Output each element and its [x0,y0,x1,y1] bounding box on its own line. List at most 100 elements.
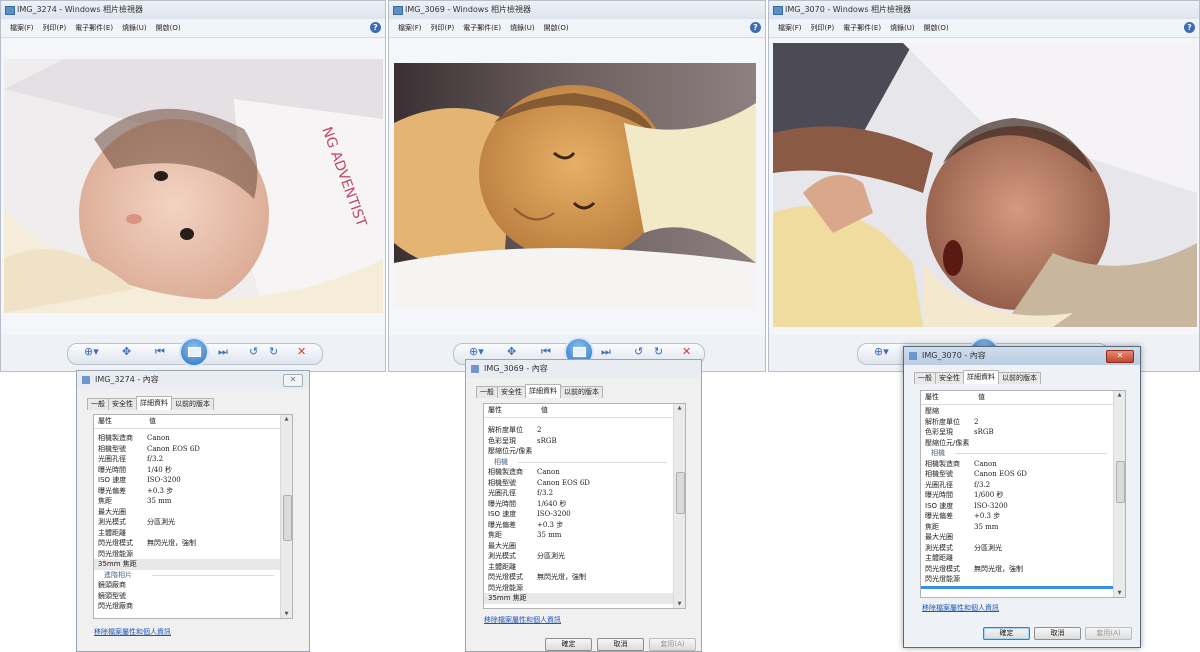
remove-properties-link[interactable]: 移除檔案屬性和個人資訊 [94,627,171,637]
scroll-thumb[interactable] [676,472,685,514]
ok-button[interactable]: 確定 [545,638,592,651]
next-icon[interactable]: ⏭ [601,345,611,359]
menu-burn[interactable]: 燒錄(U) [122,19,147,37]
list-item[interactable]: 曝光時間 1/40 秒 [94,465,280,476]
col-value[interactable]: 值 [541,404,548,417]
list-item[interactable]: 閃光燈模式 無閃光燈，強制 [94,538,280,549]
list-item[interactable]: 相機製造商 Canon [94,433,280,444]
list-item[interactable]: 閃光燈能源 [921,574,1113,585]
scroll-thumb[interactable] [283,495,292,541]
list-item[interactable]: 相機製造商 Canon [921,459,1113,470]
tab-general[interactable]: 一般 [914,372,936,384]
list-item[interactable]: 主體距離 [921,553,1113,564]
delete-icon[interactable]: ✕ [297,345,306,358]
list-item[interactable]: 解析度單位 2 [484,425,673,436]
col-property[interactable]: 屬性 [488,404,502,417]
scroll-down-icon[interactable]: ▼ [1114,590,1125,596]
list-item[interactable]: ISO 速度 ISO-3200 [921,501,1113,512]
list-item[interactable]: 最大光圈 [94,507,280,518]
list-item[interactable]: 曝光時間 1/640 秒 [484,499,673,510]
help-icon[interactable]: ? [1184,22,1195,33]
list-item-selected[interactable]: 35mm 焦距 [94,559,280,570]
menu-print[interactable]: 列印(P) [431,19,455,37]
menu-file[interactable]: 檔案(F) [10,19,34,37]
list-item[interactable]: 相機型號 Canon EOS 6D [94,444,280,455]
dialog-title-bar[interactable]: IMG_3070 - 內容 ✕ [904,347,1140,365]
menu-email[interactable]: 電子郵件(E) [75,19,113,37]
viewer-title-bar[interactable]: IMG_3274 - Windows 相片檢視器 [1,1,385,19]
list-item[interactable]: 曝光時間 1/600 秒 [921,490,1113,501]
rotate-left-icon[interactable]: ↺ [249,345,258,358]
scroll-down-icon[interactable]: ▼ [674,601,685,607]
col-value[interactable]: 值 [978,391,985,404]
list-item[interactable]: 曝光偏差 +0.3 步 [94,486,280,497]
list-item[interactable]: 閃光燈模式 無閃光燈，強制 [921,564,1113,575]
list-item[interactable]: 光圈孔徑 f/3.2 [94,454,280,465]
menu-file[interactable]: 檔案(F) [398,19,422,37]
menu-email[interactable]: 電子郵件(E) [843,19,881,37]
list-item[interactable]: 光圈孔徑 f/3.2 [921,480,1113,491]
cancel-button[interactable]: 取消 [1034,627,1081,640]
apply-button[interactable]: 套用(A) [1085,627,1132,640]
previous-icon[interactable]: ⏮ [541,345,551,359]
col-value[interactable]: 值 [149,415,156,428]
tab-details[interactable]: 詳細資料 [963,370,999,384]
menu-open[interactable]: 開啟(O) [924,19,949,37]
list-item[interactable]: 測光模式 分區測光 [94,517,280,528]
list-item[interactable]: 曝光偏差 +0.3 步 [921,511,1113,522]
menu-open[interactable]: 開啟(O) [156,19,181,37]
menu-print[interactable]: 列印(P) [811,19,835,37]
scrollbar[interactable]: ▲ ▼ [673,404,685,608]
menu-burn[interactable]: 燒錄(U) [510,19,535,37]
list-item[interactable]: 測光模式 分區測光 [484,551,673,562]
rotate-left-icon[interactable]: ↺ [634,345,643,358]
help-icon[interactable]: ? [750,22,761,33]
list-item-selected[interactable]: 35mm 焦距 [484,593,673,604]
ok-button[interactable]: 確定 [983,627,1030,640]
actual-size-icon[interactable]: ✥ [122,345,131,358]
scroll-up-icon[interactable]: ▲ [1114,392,1125,398]
scrollbar[interactable]: ▲ ▼ [280,415,292,618]
previous-icon[interactable]: ⏮ [155,345,165,359]
remove-properties-link[interactable]: 移除檔案屬性和個人資訊 [922,603,999,613]
viewer-title-bar[interactable]: IMG_3070 - Windows 相片檢視器 [769,1,1199,19]
list-item[interactable]: 相機製造商 Canon [484,467,673,478]
list-item[interactable]: 焦距 35 mm [484,530,673,541]
scroll-thumb[interactable] [1116,461,1125,503]
help-icon[interactable]: ? [370,22,381,33]
list-item[interactable]: 閃光燈能源 [94,549,280,560]
apply-button[interactable]: 套用(A) [649,638,696,651]
list-item[interactable]: 解析度單位 2 [921,417,1113,428]
list-item[interactable]: 壓縮位元/像素 [484,446,673,457]
tab-general[interactable]: 一般 [476,386,498,398]
zoom-icon[interactable]: ⊕▾ [874,345,889,358]
list-item[interactable]: 閃光燈模式 無閃光燈，強制 [484,572,673,583]
menu-burn[interactable]: 燒錄(U) [890,19,915,37]
slideshow-button[interactable] [179,337,209,367]
menu-email[interactable]: 電子郵件(E) [463,19,501,37]
list-item[interactable]: 鏡頭廠商 [94,580,280,591]
tab-security[interactable]: 安全性 [935,372,964,384]
list-item[interactable]: ISO 速度 ISO-3200 [94,475,280,486]
viewer-title-bar[interactable]: IMG_3069 - Windows 相片檢視器 [389,1,765,19]
close-button[interactable]: ✕ [283,374,303,387]
list-item[interactable]: 色彩呈現 sRGB [921,427,1113,438]
scrollbar[interactable]: ▲ ▼ [1113,391,1125,597]
dialog-title-bar[interactable]: IMG_3069 - 內容 [466,360,701,378]
tab-previous-versions[interactable]: 以前的版本 [998,372,1041,384]
menu-print[interactable]: 列印(P) [43,19,67,37]
remove-properties-link[interactable]: 移除檔案屬性和個人資訊 [484,615,561,625]
close-button[interactable]: ✕ [1106,350,1134,363]
list-item[interactable]: 相機型號 Canon EOS 6D [484,478,673,489]
scroll-down-icon[interactable]: ▼ [281,611,292,617]
list-item[interactable]: 主體距離 [94,528,280,539]
col-property[interactable]: 屬性 [98,415,112,428]
list-item[interactable]: 最大光圈 [484,541,673,552]
list-item[interactable]: 焦距 35 mm [921,522,1113,533]
col-property[interactable]: 屬性 [925,391,939,404]
actual-size-icon[interactable]: ✥ [507,345,516,358]
delete-icon[interactable]: ✕ [682,345,691,358]
tab-security[interactable]: 安全性 [108,398,137,410]
cancel-button[interactable]: 取消 [597,638,644,651]
list-item[interactable]: 最大光圈 [921,532,1113,543]
